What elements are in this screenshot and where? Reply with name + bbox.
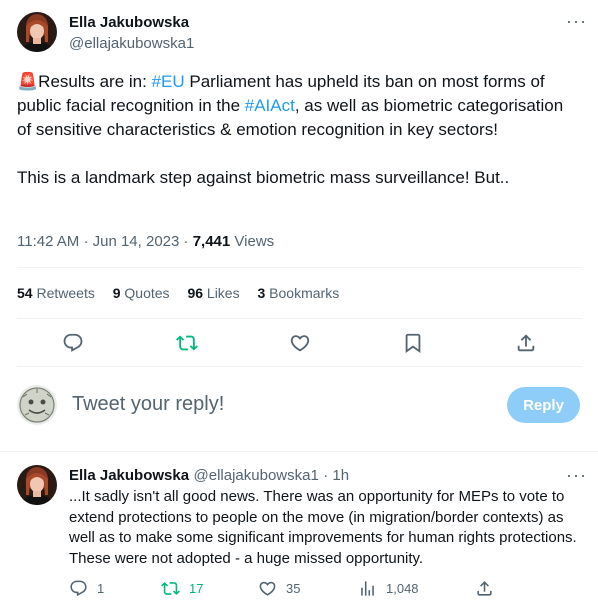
more-options-icon[interactable]: ··· [566,12,587,30]
reply-views-action[interactable]: 1,048 [358,579,419,598]
siren-emoji: 🚨 [17,72,39,91]
tweet-stats: 54 Retweets 9 Quotes 96 Likes 3 Bookmark… [17,285,353,301]
reply-likes-count: 35 [286,581,301,596]
tweet-text-segment: Results are in: [38,72,152,91]
views-count: 7,441 [192,233,231,250]
reply-views-count: 1,048 [386,581,419,596]
bookmarks-count: 3 [257,285,266,301]
bookmarks-stat[interactable]: 3 Bookmarks [257,285,339,301]
like-icon[interactable] [289,332,311,354]
reply-text: ...It sadly isn't all good news. There w… [69,488,577,567]
quotes-label: Quotes [124,285,170,301]
likes-count: 96 [187,285,204,301]
tweet-date[interactable]: Jun 14, 2023 [93,233,180,250]
share-icon [477,581,492,596]
reply-reply-action[interactable]: 1 [69,579,104,598]
reply-more-options-icon[interactable]: ··· [566,466,587,484]
quotes-stat[interactable]: 9 Quotes [113,285,170,301]
reply-author-name[interactable]: Ella Jakubowska [69,467,189,484]
reply-time[interactable]: · 1h [323,467,349,484]
reply-header: Ella Jakubowska @ellajakubowska1 · 1h [69,467,349,485]
author-handle[interactable]: @ellajakubowska1 [69,35,194,52]
quotes-count: 9 [112,285,121,301]
reply-author-avatar[interactable] [17,465,57,505]
tweet-text: 🚨Results are in: #EU Parliament has uphe… [17,70,582,190]
likes-stat[interactable]: 96 Likes [187,285,239,301]
bookmarks-label: Bookmarks [269,285,340,301]
reply-button[interactable]: Reply [507,387,580,423]
retweets-label: Retweets [36,285,95,301]
retweets-count: 54 [17,285,33,301]
reply-retweets-count: 17 [189,581,204,596]
meta-separator: · [183,233,189,250]
current-user-avatar[interactable] [17,385,57,425]
share-icon[interactable] [515,332,537,354]
author-name[interactable]: Ella Jakubowska [69,14,189,31]
reply-icon[interactable] [62,332,84,354]
reply-retweet-action[interactable]: 17 [161,579,203,598]
tweet-meta: 11:42 AM · Jun 14, 2023 · 7,441 Views [17,233,274,250]
retweets-stat[interactable]: 54 Retweets [17,285,95,301]
hashtag-link[interactable]: #AIAct [245,96,295,115]
author-avatar[interactable] [17,12,57,52]
divider [0,451,598,452]
reply-like-action[interactable]: 35 [258,579,300,598]
reply-replies-count: 1 [97,581,105,596]
retweet-icon[interactable] [176,332,198,354]
meta-separator: · [83,233,89,250]
divider [17,366,582,367]
divider [17,318,582,319]
bookmark-icon[interactable] [402,332,424,354]
divider [17,267,582,268]
likes-label: Likes [206,285,240,301]
reply-share-action[interactable] [475,579,503,598]
tweet-time[interactable]: 11:42 AM [17,233,79,250]
tweet-text-segment: This is a landmark step against biometri… [17,168,510,187]
reply-author-handle[interactable]: @ellajakubowska1 [194,467,319,484]
views-label: Views [234,233,275,250]
retweet-icon [161,582,180,595]
views-chart-icon [361,581,374,596]
reply-composer-input[interactable]: Tweet your reply! [72,393,224,416]
like-icon [259,581,276,596]
reply-icon [70,580,87,597]
hashtag-link[interactable]: #EU [152,72,185,91]
